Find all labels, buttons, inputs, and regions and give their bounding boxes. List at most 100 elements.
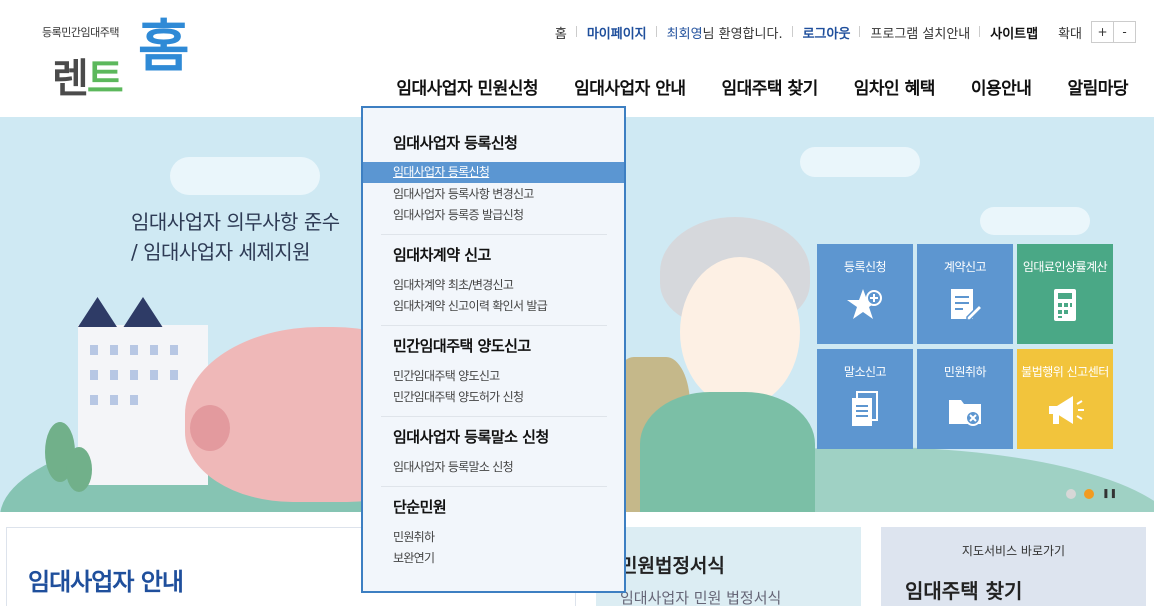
menu-group-title[interactable]: 임대차계약 신고	[393, 244, 491, 265]
menu-divider	[381, 325, 607, 326]
logout-link[interactable]: 로그아웃	[793, 23, 861, 42]
slide-dot-2[interactable]	[1084, 489, 1094, 499]
utility-nav: 홈 마이페이지 최회영님 환영합니다. 로그아웃 프로그램 설치안내 사이트맵 …	[545, 20, 1136, 44]
logo-subtitle: 등록민간임대주택	[42, 26, 119, 39]
mypage-link[interactable]: 마이페이지	[577, 23, 657, 42]
window	[90, 395, 98, 405]
window	[170, 345, 178, 355]
card-title: 민원법정서식	[620, 555, 725, 577]
tile-label: 계약신고	[943, 260, 987, 274]
slide-dot-1[interactable]	[1066, 489, 1076, 499]
window	[90, 370, 98, 380]
menu-item[interactable]: 민간임대주택 양도허가 신청	[393, 388, 524, 405]
page: 등록민간임대주택 렌트 홈 홈 마이페이지 최회영님 환영합니다. 로그아웃 프…	[0, 0, 1154, 606]
logo-text-a: 렌	[52, 56, 89, 102]
menu-group-title[interactable]: 임대사업자 등록말소 신청	[393, 426, 549, 447]
window	[130, 395, 138, 405]
star-plus-icon	[847, 289, 882, 319]
menu-item[interactable]: 임대사업자 등록사항 변경신고	[393, 185, 534, 202]
nav-usage-guide[interactable]: 이용안내	[971, 74, 1032, 99]
zoom-label: 확대	[1058, 26, 1082, 42]
menu-group-title[interactable]: 임대사업자 등록신청	[393, 132, 518, 153]
tile-label: 말소신고	[843, 365, 887, 379]
cloud-illustration	[980, 207, 1090, 235]
grandma-body-illustration	[640, 392, 815, 512]
menu-item[interactable]: 보완연기	[393, 549, 435, 566]
tile-label: 민원취하	[943, 365, 987, 379]
menu-divider	[381, 234, 607, 235]
nav-civil-application[interactable]: 임대사업자 민원신청	[396, 74, 538, 99]
logo-home: 홈	[138, 15, 190, 80]
menu-item[interactable]: 민간임대주택 양도신고	[393, 367, 500, 384]
tile-cancellation-report[interactable]: 말소신고	[817, 349, 913, 449]
menu-item[interactable]: 임대사업자 등록증 발급신청	[393, 206, 524, 223]
zoom-in-button[interactable]: +	[1091, 21, 1114, 43]
nav-find-housing[interactable]: 임대주택 찾기	[721, 74, 818, 99]
tile-registration[interactable]: 등록신청	[817, 244, 913, 344]
tile-illegal-report-center[interactable]: 불법행위 신고센터	[1017, 349, 1113, 449]
program-install-link[interactable]: 프로그램 설치안내	[860, 23, 981, 42]
nav-tenant-benefits[interactable]: 임차인 혜택	[854, 74, 936, 99]
header: 등록민간임대주택 렌트 홈 홈 마이페이지 최회영님 환영합니다. 로그아웃 프…	[0, 0, 1154, 117]
documents-icon	[852, 391, 878, 426]
window	[150, 370, 158, 380]
card-subtitle: 지도서비스 바로가기	[961, 544, 1066, 558]
menu-item[interactable]: 임대차계약 최초/변경신고	[393, 276, 514, 293]
tile-label: 임대료인상률계산	[1022, 260, 1108, 274]
calculator-icon	[1054, 289, 1076, 321]
hero-headline: 임대사업자 의무사항 준수 / 임대사업자 세제지원	[131, 207, 340, 267]
civil-application-dropdown: 임대사업자 등록신청 임대사업자 등록신청 임대사업자 등록사항 변경신고 임대…	[361, 106, 626, 593]
card-title: 임대주택 찾기	[905, 579, 1023, 603]
main-nav: 임대사업자 민원신청 임대사업자 안내 임대주택 찾기 임차인 혜택 이용안내 …	[360, 74, 1128, 99]
menu-divider	[381, 416, 607, 417]
megaphone-icon	[1049, 396, 1084, 424]
site-logo[interactable]: 등록민간임대주택 렌트 홈	[42, 20, 192, 103]
find-housing-card[interactable]: 지도서비스 바로가기 임대주택 찾기	[881, 527, 1146, 606]
tile-withdraw-petition[interactable]: 민원취하	[917, 349, 1013, 449]
menu-item[interactable]: 민원취하	[393, 528, 435, 545]
piggy-bank-nose	[190, 405, 230, 451]
grandma-face-illustration	[680, 257, 800, 407]
menu-divider	[381, 486, 607, 487]
window	[110, 345, 118, 355]
card-subtitle: 임대사업자 민원 법정서식	[620, 589, 782, 606]
zoom-controls: + -	[1091, 21, 1136, 43]
nav-notice-board[interactable]: 알림마당	[1067, 74, 1128, 99]
menu-item[interactable]: 임대차계약 신고이력 확인서 발급	[393, 297, 548, 314]
document-edit-icon	[951, 289, 984, 321]
legal-forms-card[interactable]: 민원법정서식 임대사업자 민원 법정서식	[596, 527, 861, 606]
tile-label: 등록신청	[843, 260, 887, 274]
window	[110, 370, 118, 380]
welcome-message: 최회영님 환영합니다.	[657, 23, 793, 42]
welcome-text: 님 환영합니다.	[702, 26, 783, 42]
apartment-roof	[78, 297, 208, 327]
tile-contract-report[interactable]: 계약신고	[917, 244, 1013, 344]
zoom-out-button[interactable]: -	[1113, 21, 1136, 43]
home-link[interactable]: 홈	[545, 23, 577, 42]
logo-text: 렌트	[52, 46, 124, 104]
cloud-illustration	[800, 147, 920, 177]
slider-controls: ❚❚	[1066, 489, 1117, 499]
window	[90, 345, 98, 355]
window	[130, 370, 138, 380]
logo-text-b: 트	[86, 56, 124, 102]
tile-label: 불법행위 신고센터	[1021, 365, 1109, 379]
sitemap-link[interactable]: 사이트맵	[980, 23, 1048, 42]
menu-group-title[interactable]: 민간임대주택 양도신고	[393, 335, 531, 356]
card-title: 임대사업자 안내	[28, 568, 184, 596]
folder-cancel-icon	[949, 400, 981, 426]
nav-business-guide[interactable]: 임대사업자 안내	[574, 74, 686, 99]
pause-icon[interactable]: ❚❚	[1102, 489, 1117, 499]
window	[150, 345, 158, 355]
tile-rent-calculator[interactable]: 임대료인상률계산	[1017, 244, 1113, 344]
user-name: 최회영	[666, 26, 703, 42]
quick-menu-tiles: 등록신청 계약신고 임대료인상률계산 말소신고 민원취하 불법행위 신고센터	[817, 244, 1117, 454]
window	[170, 370, 178, 380]
window	[110, 395, 118, 405]
menu-item[interactable]: 임대사업자 등록말소 신청	[393, 458, 514, 475]
menu-item-active[interactable]: 임대사업자 등록신청	[363, 162, 624, 183]
window	[130, 345, 138, 355]
menu-group-title[interactable]: 단순민원	[393, 496, 447, 517]
cloud-illustration	[170, 157, 320, 195]
tree-illustration	[66, 447, 92, 492]
